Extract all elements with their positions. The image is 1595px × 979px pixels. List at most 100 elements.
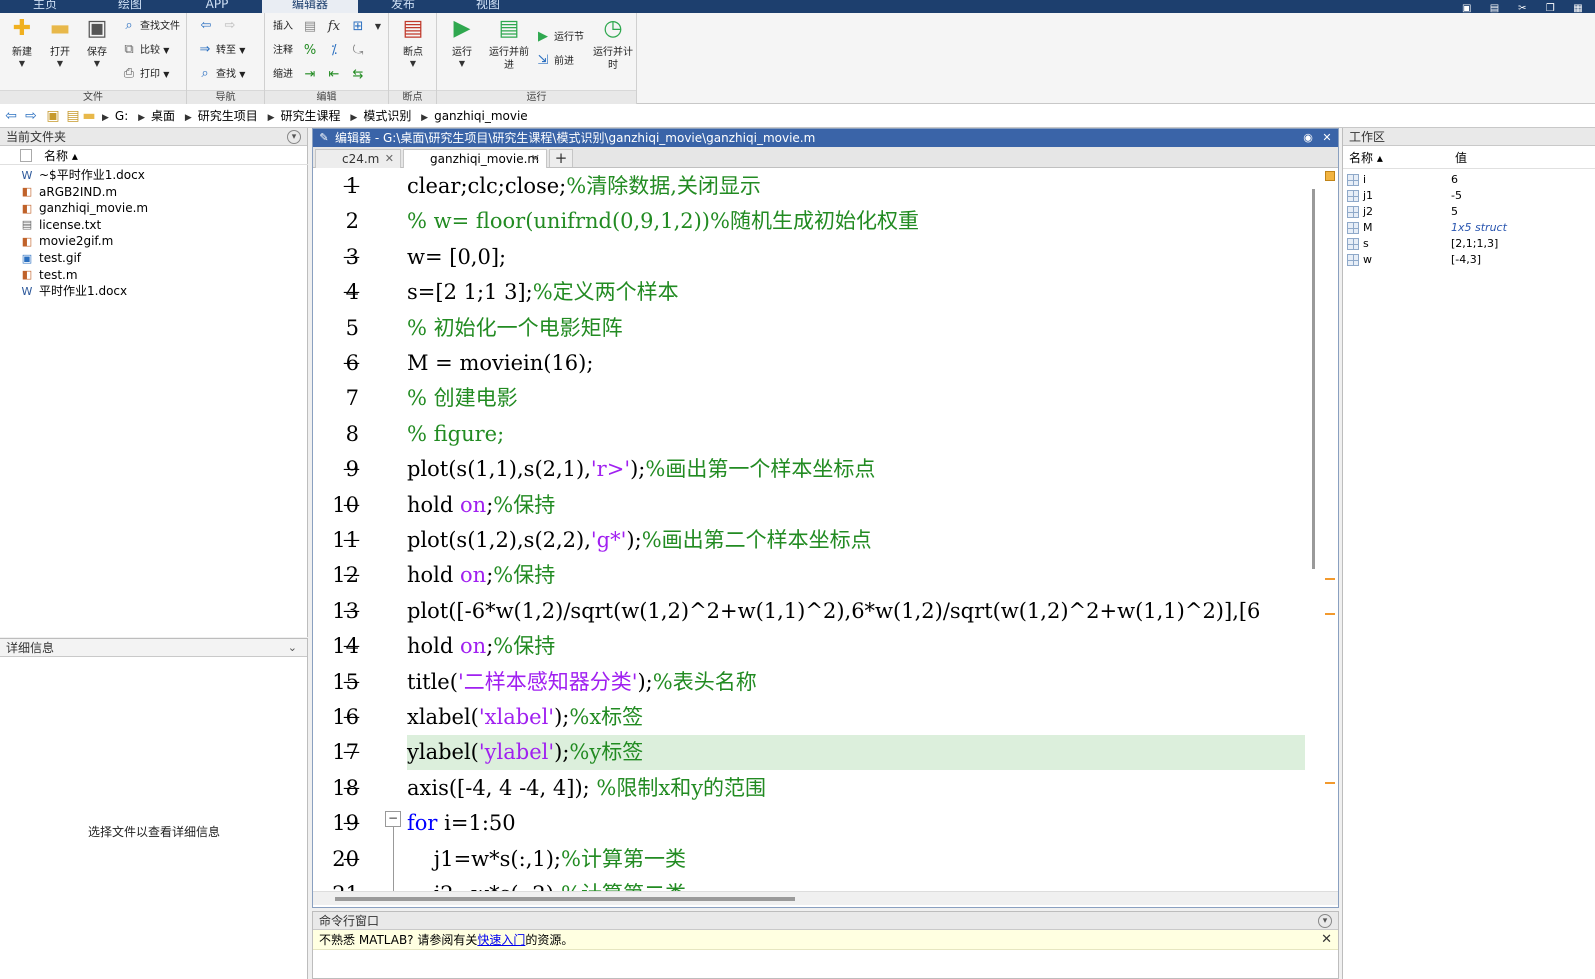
comment-button[interactable]: 注释 — [273, 41, 293, 61]
horizontal-scrollbar-thumb[interactable] — [335, 897, 795, 901]
vertical-scrollbar[interactable] — [1306, 171, 1320, 891]
editor-tab-c24[interactable]: c24.m ✕ — [315, 149, 401, 168]
workspace-name-column[interactable]: 名称 ▴ — [1349, 147, 1383, 169]
code-line[interactable]: for i=1:50 — [407, 806, 516, 841]
breadcrumb-item[interactable]: ganzhiqi_movie — [434, 109, 528, 123]
save-button[interactable]: ▣ 保存 ▼ — [78, 16, 116, 69]
breadcrumb-item[interactable]: G: — [115, 109, 128, 123]
details-header[interactable]: 详细信息 ⌄ — [0, 639, 307, 657]
file-item[interactable]: ◧ ganzhiqi_movie.m — [20, 200, 148, 216]
cut-icon[interactable]: ✂ — [1513, 4, 1531, 14]
warning-marker[interactable] — [1325, 613, 1335, 615]
tab-home[interactable]: 主页 — [18, 0, 72, 13]
goto-button[interactable]: ⇒ 转至 ▼ — [197, 41, 246, 61]
breakpoint-dash[interactable]: — — [343, 169, 360, 204]
find-button[interactable]: ⌕ 查找 ▼ — [197, 65, 245, 85]
horizontal-scrollbar[interactable] — [313, 891, 1338, 905]
breakpoint-dash[interactable]: — — [343, 346, 360, 381]
code-line[interactable]: % w= floor(unifrnd(0,9,1,2))%随机生成初始化权重 — [407, 204, 919, 239]
vertical-scrollbar-thumb[interactable] — [1312, 189, 1315, 569]
code-line[interactable]: hold on;%保持 — [407, 629, 555, 664]
save-quick-icon[interactable]: ▤ — [1486, 4, 1504, 14]
forward-arrow-icon[interactable]: ⇨ — [22, 107, 40, 125]
workspace-variable-row[interactable]: M 1x5 struct — [1343, 220, 1595, 236]
code-line[interactable]: % figure; — [407, 417, 504, 452]
add-tab-button[interactable]: + — [549, 149, 573, 167]
code-area[interactable]: 1— clear;clc;close;%清除数据,关闭显示 2% w= floor(… — [313, 169, 1338, 891]
tab-publish[interactable]: 发布 — [372, 0, 434, 13]
code-line[interactable]: hold on;%保持 — [407, 488, 555, 523]
line-number[interactable]: 2 — [313, 204, 359, 239]
code-analyzer-indicator-icon[interactable] — [1325, 171, 1335, 181]
warning-marker[interactable] — [1325, 578, 1335, 580]
close-tab-icon[interactable]: ✕ — [385, 150, 394, 168]
breakpoint-dash[interactable]: — — [343, 275, 360, 310]
breakpoint-dash[interactable]: — — [343, 523, 360, 558]
code-line[interactable]: s=[2 1;1 3];%定义两个样本 — [407, 275, 679, 310]
breakpoint-dash[interactable]: — — [343, 877, 360, 891]
run-button[interactable]: ▶ 运行 ▼ — [443, 16, 481, 69]
tab-editor[interactable]: 编辑器 — [262, 0, 358, 13]
back-arrow-icon[interactable]: ⇦ — [197, 17, 215, 35]
wrap-comment-icon[interactable]: ⤿ — [349, 42, 367, 60]
tab-plots[interactable]: 绘图 — [98, 0, 162, 13]
code-line[interactable]: ylabel('ylabel');%y标签 — [407, 735, 643, 770]
advance-button[interactable]: ⇲ 前进 — [535, 52, 574, 72]
workspace-variable-row[interactable]: j1 -5 — [1343, 188, 1595, 204]
file-item[interactable]: ◧ aRGB2IND.m — [20, 184, 117, 200]
code-line[interactable]: plot([-6*w(1,2)/sqrt(w(1,2)^2+w(1,1)^2),… — [407, 594, 1260, 629]
code-line[interactable]: M = moviein(16); — [407, 346, 593, 381]
breadcrumb-item[interactable]: 桌面 — [151, 109, 175, 123]
close-icon[interactable]: ✕ — [1321, 930, 1332, 950]
layout-icon[interactable]: ▣ — [1458, 4, 1476, 14]
code-line[interactable]: plot(s(1,1),s(2,1),'r>');%画出第一个样本坐标点 — [407, 452, 875, 487]
close-icon[interactable]: ✕ — [1319, 130, 1335, 146]
file-item[interactable]: W 平时作业1.docx — [20, 283, 128, 299]
workspace-variable-row[interactable]: w [-4,3] — [1343, 252, 1595, 268]
find-files-button[interactable]: ⌕ 查找文件 — [121, 17, 180, 37]
breakpoint-dash[interactable]: — — [343, 665, 360, 700]
file-item[interactable]: ▤ license.txt — [20, 217, 101, 233]
breakpoint-dash[interactable]: — — [343, 240, 360, 275]
uncomment-icon[interactable]: ⁒ — [325, 42, 343, 60]
quick-start-link[interactable]: 快速入门 — [477, 933, 525, 947]
panel-menu-icon[interactable]: ▾ — [1318, 914, 1332, 928]
code-line[interactable]: j1=w*s(:,1);%计算第一类 — [407, 842, 686, 877]
code-line[interactable]: xlabel('xlabel');%x标签 — [407, 700, 643, 735]
up-folder-icon[interactable]: ▣ — [44, 107, 62, 125]
warning-marker[interactable] — [1325, 782, 1335, 784]
code-line[interactable]: j2=w*s(:,2);%计算第二类 — [407, 877, 686, 891]
code-line[interactable]: title('二样本感知器分类');%表头名称 — [407, 665, 757, 700]
paste-icon[interactable]: ▦ — [1569, 4, 1587, 14]
breadcrumb-item[interactable]: 研究生项目 — [198, 109, 258, 123]
chevron-down-icon[interactable]: ⌄ — [288, 639, 297, 657]
breakpoint-dash[interactable]: — — [343, 488, 360, 523]
forward-arrow-icon[interactable]: ⇨ — [221, 17, 239, 35]
code-line[interactable]: plot(s(1,2),s(2,2),'g*');%画出第二个样本坐标点 — [407, 523, 872, 558]
file-item[interactable]: ▣ test.gif — [20, 250, 81, 266]
breakpoint-dash[interactable]: — — [343, 842, 360, 877]
tab-apps[interactable]: APP — [188, 0, 246, 13]
code-line[interactable]: % 初始化一个电影矩阵 — [407, 311, 623, 346]
code-line[interactable]: clear;clc;close;%清除数据,关闭显示 — [407, 169, 761, 204]
panel-menu-icon[interactable]: ▾ — [287, 130, 301, 144]
code-line[interactable]: axis([-4, 4 -4, 4]); %限制x和y的范围 — [407, 771, 766, 806]
insert-section-icon[interactable]: ▤ — [301, 18, 319, 36]
breakpoint-dash[interactable]: — — [343, 629, 360, 664]
code-line[interactable]: w= [0,0]; — [407, 240, 506, 275]
breakpoint-dash[interactable]: — — [343, 594, 360, 629]
breakpoint-dash[interactable]: — — [343, 558, 360, 593]
code-line[interactable]: % 创建电影 — [407, 381, 518, 416]
line-number[interactable]: 7 — [313, 381, 359, 416]
run-and-time-button[interactable]: ◷ 运行并计时 — [591, 16, 635, 72]
breakpoint-dash[interactable]: — — [343, 806, 360, 841]
fx-icon[interactable]: fx — [325, 18, 343, 36]
close-tab-icon[interactable]: ✕ — [531, 150, 540, 168]
breakpoint-dash[interactable]: — — [343, 771, 360, 806]
breadcrumb-item[interactable]: 模式识别 — [363, 109, 411, 123]
breadcrumb-item[interactable]: 研究生课程 — [281, 109, 341, 123]
fold-collapse-icon[interactable]: − — [385, 811, 401, 827]
editor-tab-ganzhiqi-movie[interactable]: ganzhiqi_movie.m ✕ — [403, 149, 547, 168]
chevron-down-icon[interactable]: ▼ — [369, 18, 387, 36]
run-and-advance-button[interactable]: ▤ 运行并前进 — [487, 16, 531, 72]
